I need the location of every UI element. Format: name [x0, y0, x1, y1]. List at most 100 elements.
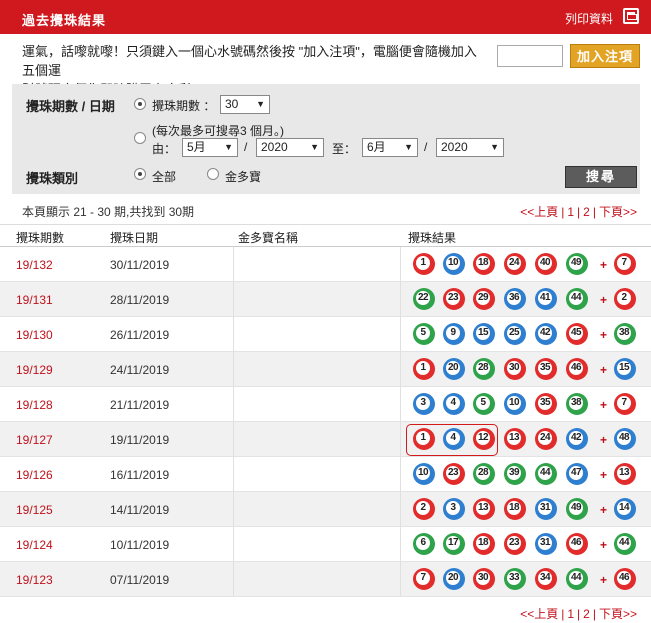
- ball-number: 46: [569, 536, 583, 550]
- draw-number-link[interactable]: 19/127: [16, 433, 53, 447]
- pager-separator: |: [561, 205, 565, 219]
- slash-2: /: [424, 140, 428, 154]
- pager-separator: |: [577, 607, 581, 621]
- from-label: 由：: [152, 142, 177, 156]
- table-row: 19/131 28/11/2019 22 23 29 36 41 44 +2: [0, 282, 651, 317]
- extra-ball: 2: [614, 288, 636, 310]
- draw-count-select[interactable]: 30: [220, 95, 270, 114]
- drawn-ball: 20: [443, 358, 465, 380]
- ball-number: 44: [569, 291, 583, 305]
- draw-count-label: 攪珠期數 ：: [152, 99, 216, 113]
- page-1-link[interactable]: 1: [567, 607, 574, 621]
- print-icon[interactable]: [623, 8, 639, 24]
- drawn-ball: 17: [443, 533, 465, 555]
- column-divider: [233, 282, 234, 317]
- drawn-ball: 49: [566, 498, 588, 520]
- radio-by-date-range[interactable]: [134, 132, 146, 144]
- radio-type-all[interactable]: [134, 168, 146, 180]
- pager-top: <<上頁 | 1 | 2 | 下頁>>: [520, 203, 637, 220]
- drawn-ball: 23: [443, 463, 465, 485]
- print-link[interactable]: 列印資料: [565, 10, 613, 27]
- drawn-ball: 5: [413, 323, 435, 345]
- column-divider: [400, 282, 401, 317]
- next-page-link[interactable]: 下頁>>: [599, 205, 637, 219]
- ball-number: 47: [569, 466, 583, 480]
- ball-number: 23: [446, 466, 460, 480]
- draw-number-link[interactable]: 19/126: [16, 468, 53, 482]
- table-row: 19/132 30/11/2019 1 10 18 24 40 49 +7: [0, 247, 651, 282]
- to-month-select[interactable]: 6月: [362, 138, 418, 157]
- prev-page-link[interactable]: <<上頁: [520, 205, 558, 219]
- drawn-ball: 31: [535, 533, 557, 555]
- radio-type-jackpot[interactable]: [207, 168, 219, 180]
- to-year-select[interactable]: 2020: [436, 138, 504, 157]
- ball-number: 28: [476, 466, 490, 480]
- ball-number: 2: [617, 291, 631, 305]
- drawn-ball: 24: [504, 253, 526, 275]
- page-2-link[interactable]: 2: [583, 607, 590, 621]
- draw-number-link[interactable]: 19/124: [16, 538, 53, 552]
- column-divider: [400, 457, 401, 492]
- column-divider: [400, 527, 401, 562]
- from-year-select[interactable]: 2020: [256, 138, 324, 157]
- column-divider: [233, 422, 234, 457]
- ball-number: 40: [538, 256, 552, 270]
- draw-date: 28/11/2019: [110, 293, 170, 307]
- column-divider: [400, 317, 401, 352]
- column-divider: [400, 387, 401, 422]
- draw-date: 19/11/2019: [110, 433, 170, 447]
- ball-number: 35: [538, 396, 552, 410]
- draw-number-link[interactable]: 19/125: [16, 503, 53, 517]
- drawn-ball: 1: [413, 358, 435, 380]
- draw-date: 24/11/2019: [110, 363, 170, 377]
- header-draw-result: 攪珠結果: [408, 231, 457, 245]
- draw-number-link[interactable]: 19/123: [16, 573, 53, 587]
- ball-number: 22: [416, 291, 430, 305]
- table-row: 19/129 24/11/2019 1 20 28 30 35 46 +15: [0, 352, 651, 387]
- drawn-ball: 7: [413, 568, 435, 590]
- column-divider: [233, 527, 234, 562]
- from-month-select[interactable]: 5月: [182, 138, 238, 157]
- lucky-number-input[interactable]: [497, 45, 563, 67]
- ball-number: 15: [476, 326, 490, 340]
- page-1-link[interactable]: 1: [567, 205, 574, 219]
- next-page-link[interactable]: 下頁>>: [599, 607, 637, 621]
- draw-number-link[interactable]: 19/130: [16, 328, 53, 342]
- pager-bottom: <<上頁 | 1 | 2 | 下頁>>: [520, 605, 637, 622]
- drawn-ball: 46: [566, 358, 588, 380]
- draw-date: 26/11/2019: [110, 328, 170, 342]
- drawn-ball: 46: [566, 533, 588, 555]
- draw-number-link[interactable]: 19/129: [16, 363, 53, 377]
- ball-number: 1: [416, 361, 430, 375]
- plus-sign: +: [600, 363, 608, 377]
- ball-number: 45: [569, 326, 583, 340]
- search-button[interactable]: 搜尋: [565, 166, 637, 188]
- ball-number: 17: [446, 536, 460, 550]
- prev-page-link[interactable]: <<上頁: [520, 607, 558, 621]
- draw-number-link[interactable]: 19/132: [16, 258, 53, 272]
- ball-number: 5: [476, 396, 490, 410]
- page-2-link[interactable]: 2: [583, 205, 590, 219]
- ball-number: 42: [569, 431, 583, 445]
- ball-number: 14: [617, 501, 631, 515]
- drawn-ball: 18: [473, 253, 495, 275]
- drawn-ball: 33: [504, 568, 526, 590]
- drawn-ball: 23: [504, 533, 526, 555]
- add-entry-button[interactable]: 加入注項: [570, 44, 640, 68]
- drawn-ball: 38: [566, 393, 588, 415]
- ball-number: 20: [446, 571, 460, 585]
- ball-number: 10: [446, 256, 460, 270]
- table-row: 19/125 14/11/2019 2 3 13 18 31 49 +14: [0, 492, 651, 527]
- radio-by-draw-count[interactable]: [134, 98, 146, 110]
- draw-number-link[interactable]: 19/128: [16, 398, 53, 412]
- plus-sign: +: [600, 293, 608, 307]
- plus-sign: +: [600, 398, 608, 412]
- ball-number: 29: [476, 291, 490, 305]
- ball-number: 20: [446, 361, 460, 375]
- column-divider: [233, 387, 234, 422]
- draw-number-link[interactable]: 19/131: [16, 293, 53, 307]
- pager-separator: |: [592, 205, 596, 219]
- column-divider: [233, 247, 234, 282]
- drawn-ball: 45: [566, 323, 588, 345]
- paging-row-top: 本頁顯示 21 - 30 期,共找到 30期 <<上頁 | 1 | 2 | 下頁>>: [0, 200, 651, 220]
